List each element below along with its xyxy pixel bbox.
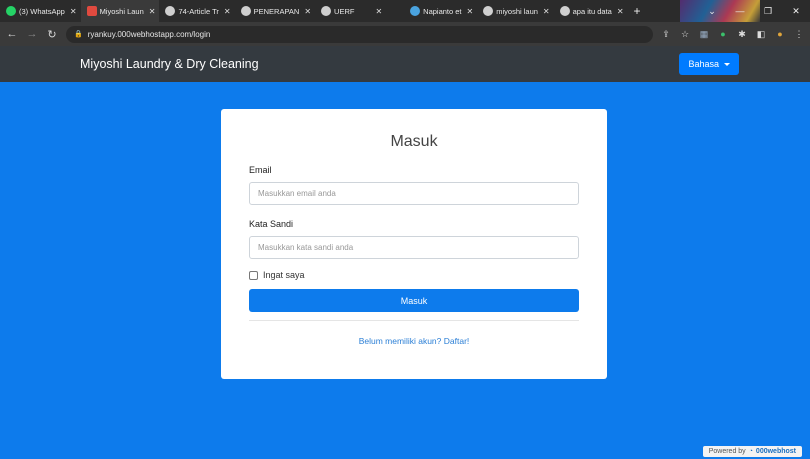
window-controls: ⌄ — ❐ ✕ [698,0,810,22]
site-brand[interactable]: Miyoshi Laundry & Dry Cleaning [80,57,259,71]
extension-icon[interactable]: ● [718,29,728,39]
globe-icon [165,6,176,16]
new-tab-icon[interactable]: + [628,4,647,18]
profile-avatar-icon[interactable]: ● [775,29,785,39]
bookmark-star-icon[interactable]: ☆ [680,29,690,40]
close-tab-icon[interactable]: ✕ [375,7,382,16]
browser-toolbar: ← → ↻ 🔒 ryankuy.000webhostapp.com/login … [0,22,810,46]
close-tab-icon[interactable]: ✕ [70,7,77,16]
sidepanel-icon[interactable]: ◧ [756,29,766,40]
tab-search-icon[interactable]: ⌄ [698,0,726,22]
remember-me-label[interactable]: Ingat saya [263,270,305,280]
login-card: Masuk Email Kata Sandi Ingat saya Masuk … [221,109,607,379]
forward-icon[interactable]: → [26,28,38,40]
tab-label: miyoshi laun [496,6,538,16]
google-icon [559,6,570,16]
register-link[interactable]: Belum memiliki akun? Daftar! [249,336,579,346]
tab-uerf[interactable]: UERF ✕ [315,0,404,22]
site-favicon-icon [86,6,97,16]
password-label: Kata Sandi [249,219,294,229]
google-icon [483,6,494,16]
login-title: Masuk [390,133,438,150]
chevron-down-icon [724,62,730,66]
reload-icon[interactable]: ↻ [46,28,58,41]
tab-label: Miyoshi Laun [99,6,144,16]
minimize-icon[interactable]: — [726,0,754,22]
email-label: Email [249,165,272,175]
powered-by-badge[interactable]: Powered by ◔ 000webhost [702,446,802,457]
tab-napianto[interactable]: Napianto et ✕ [404,0,477,22]
powered-by-text: Powered by [708,448,746,455]
tab-label: 74-Article Tr [178,6,219,16]
host-logo-icon: ◔ [748,448,753,455]
extensions-puzzle-icon[interactable]: ✱ [737,29,747,40]
address-bar[interactable]: 🔒 ryankuy.000webhostapp.com/login [66,25,653,43]
tab-miyoshi-search[interactable]: miyoshi laun ✕ [477,0,553,22]
tab-label: PENERAPAN [253,6,300,16]
tab-label: Napianto et [423,6,462,16]
language-button-label: Bahasa [688,59,719,69]
tab-article[interactable]: 74-Article Tr ✕ [159,0,234,22]
tab-whatsapp[interactable]: (3) WhatsApp ✕ [0,0,81,22]
globe-icon [240,6,251,16]
tab-label: apa itu data [572,6,612,16]
tab-miyoshi-laundry[interactable]: Miyoshi Laun ✕ [80,0,160,22]
site-navbar: Miyoshi Laundry & Dry Cleaning Bahasa [0,46,810,82]
browser-tab-bar: (3) WhatsApp ✕ Miyoshi Laun ✕ 74-Article… [0,0,810,22]
remember-me-row: Ingat saya [249,270,579,280]
email-field[interactable] [249,182,579,205]
password-field[interactable] [249,236,579,259]
language-dropdown-button[interactable]: Bahasa [679,53,739,75]
extension-toolbar: ⇪ ☆ ▦ ● ✱ ◧ ● ⋮ [661,29,804,40]
tab-penerapan[interactable]: PENERAPAN ✕ [235,0,315,22]
tab-label: (3) WhatsApp [19,6,65,16]
back-icon[interactable]: ← [6,28,18,40]
tab-label: UERF [334,6,355,16]
restore-icon[interactable]: ❐ [754,0,782,22]
menu-kebab-icon[interactable]: ⋮ [794,29,804,40]
share-icon[interactable]: ⇪ [661,29,671,40]
login-submit-button[interactable]: Masuk [249,289,579,312]
close-tab-icon[interactable]: ✕ [543,7,550,16]
tab-apa-itu-data[interactable]: apa itu data ✕ [554,0,628,22]
close-tab-icon[interactable]: ✕ [149,7,156,16]
web-page: Miyoshi Laundry & Dry Cleaning Bahasa Ma… [0,46,810,459]
host-name: 000webhost [755,448,796,455]
extension-icon[interactable]: ▦ [699,29,709,40]
lock-icon[interactable]: 🔒 [74,30,83,38]
url-text: ryankuy.000webhostapp.com/login [87,29,211,39]
close-tab-icon[interactable]: ✕ [467,7,474,16]
whatsapp-icon [6,6,16,16]
close-window-icon[interactable]: ✕ [782,0,810,22]
divider [249,320,579,321]
close-tab-icon[interactable]: ✕ [304,7,311,16]
remember-me-checkbox[interactable] [249,270,258,280]
close-tab-icon[interactable]: ✕ [224,7,231,16]
close-tab-icon[interactable]: ✕ [617,7,624,16]
site-favicon-icon [410,6,421,16]
globe-icon [321,6,332,16]
